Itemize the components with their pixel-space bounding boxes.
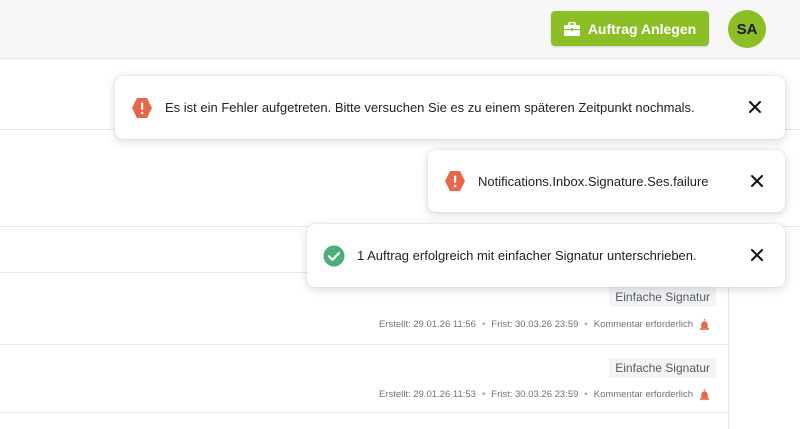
briefcase-icon	[563, 21, 580, 36]
comment-required: Kommentar erforderlich	[593, 319, 693, 330]
success-toast: 1 Auftrag erfolgreich mit einfacher Sign…	[307, 224, 785, 287]
separator-dot: •	[481, 319, 486, 330]
close-toast-button[interactable]	[746, 170, 768, 192]
signature-type-badge: Einfache Signatur	[609, 287, 716, 307]
siren-icon	[699, 389, 710, 400]
separator-dot: •	[584, 389, 588, 400]
error-hexagon-icon	[445, 171, 465, 191]
avatar[interactable]: SA	[728, 10, 766, 48]
create-order-button[interactable]: Auftrag Anlegen	[551, 11, 709, 46]
avatar-initials: SA	[736, 20, 758, 38]
separator-dot: •	[481, 389, 486, 400]
close-toast-button[interactable]	[746, 244, 768, 266]
close-icon	[751, 175, 763, 187]
close-icon	[751, 249, 763, 261]
divider	[0, 412, 728, 413]
comment-required: Kommentar erforderlich	[593, 389, 693, 400]
error-hexagon-icon	[132, 97, 152, 118]
create-order-label: Auftrag Anlegen	[587, 20, 697, 37]
row-meta: Erstellt: 29.01.26 11:56 • Frist: 30.03.…	[379, 319, 710, 330]
separator-dot: •	[584, 319, 588, 330]
deadline-date: Frist: 30.03.26 23:59	[491, 389, 579, 400]
error-toast: Notifications.Inbox.Signature.Ses.failur…	[428, 150, 785, 212]
toast-message: Notifications.Inbox.Signature.Ses.failur…	[478, 173, 709, 189]
error-toast: Es ist ein Fehler aufgetreten. Bitte ver…	[115, 76, 785, 139]
top-bar: Auftrag Anlegen SA	[0, 0, 800, 59]
created-date: Erstellt: 29.01.26 11:53	[378, 389, 476, 400]
siren-icon	[699, 319, 710, 330]
close-toast-button[interactable]	[744, 96, 766, 118]
row-meta: Erstellt: 29.01.26 11:53 • Frist: 30.03.…	[379, 389, 710, 400]
created-date: Erstellt: 29.01.26 11:56	[378, 319, 476, 330]
check-circle-icon	[323, 245, 345, 266]
toast-message: Es ist ein Fehler aufgetreten. Bitte ver…	[165, 100, 695, 115]
toast-message: 1 Auftrag erfolgreich mit einfacher Sign…	[357, 248, 697, 263]
list-item[interactable]: Einfache Signatur Erstellt: 29.01.26 11:…	[0, 345, 728, 412]
signature-type-badge: Einfache Signatur	[609, 358, 716, 378]
close-icon	[749, 101, 761, 113]
deadline-date: Frist: 30.03.26 23:59	[491, 319, 579, 330]
